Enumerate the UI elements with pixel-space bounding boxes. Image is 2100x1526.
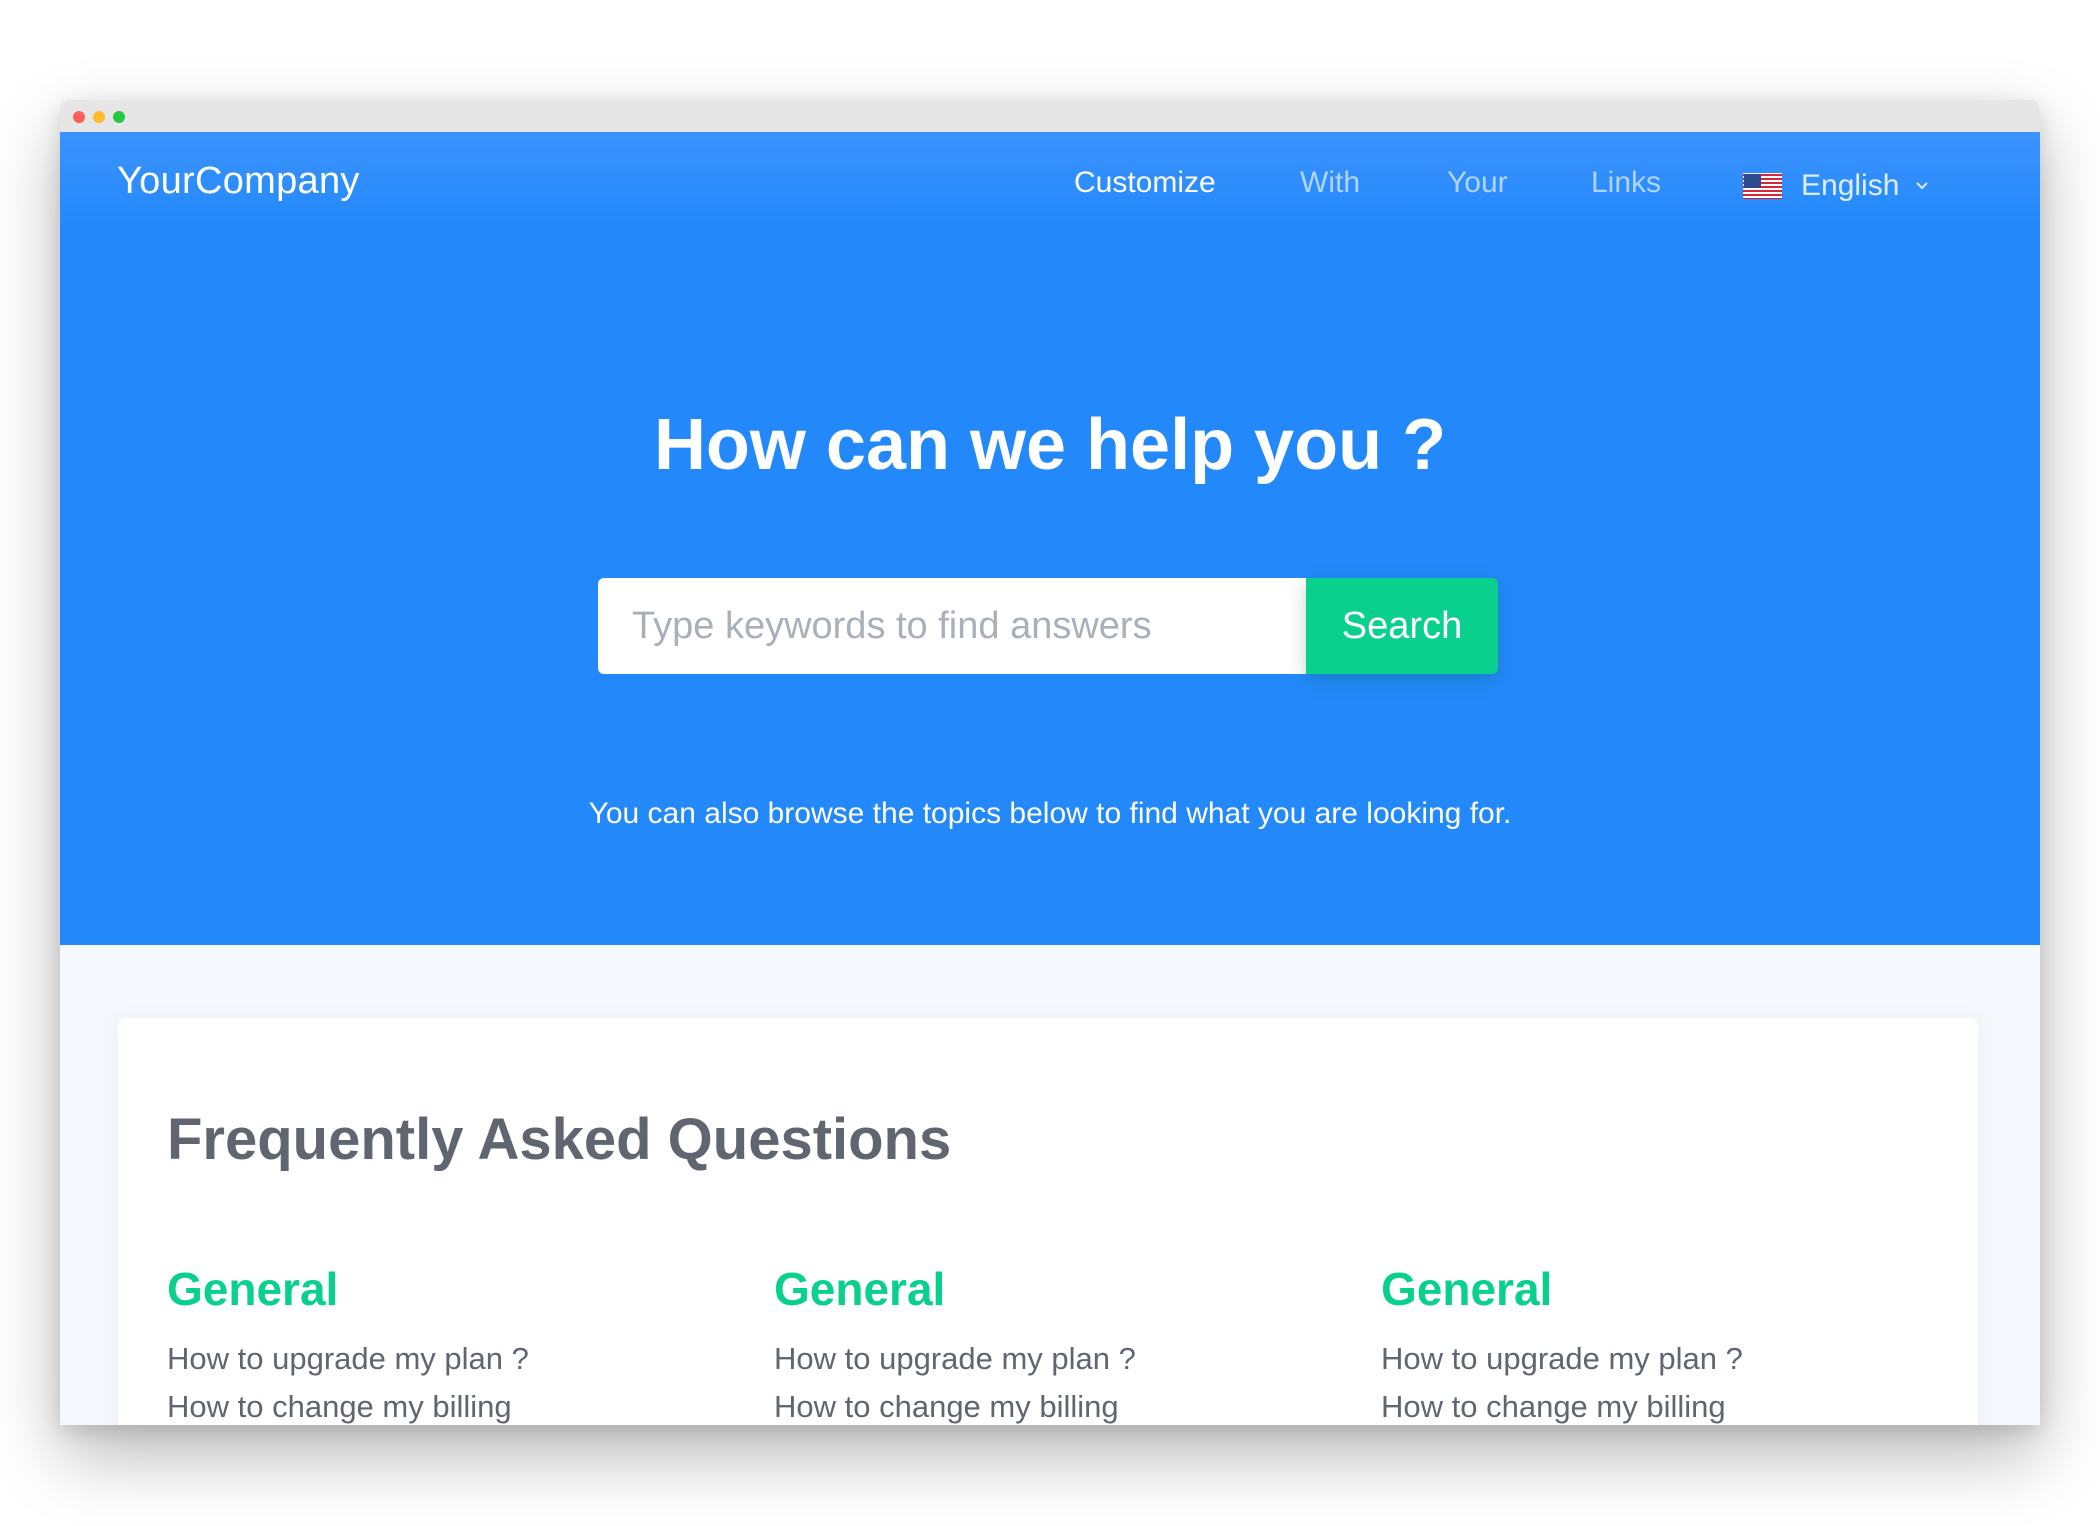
nav-link-links[interactable]: Links [1591,166,1661,200]
search-button[interactable]: Search [1306,578,1498,674]
hero-section: YourCompany Customize With Your Links En… [60,132,2040,945]
language-selector[interactable]: English [1743,166,1929,206]
browser-window: YourCompany Customize With Your Links En… [60,100,2040,1425]
hero-title: How can we help you ? [653,405,1447,485]
chevron-down-icon [1916,182,1929,190]
us-flag-icon [1743,173,1782,199]
close-window-button[interactable] [73,111,85,123]
minimize-window-button[interactable] [93,111,105,123]
faq-card: Frequently Asked Questions General How t… [118,1018,1978,1425]
faq-question-link[interactable]: How to change my billing [167,1383,727,1425]
faq-category-heading[interactable]: General [1381,1261,1941,1317]
nav-link-your[interactable]: Your [1447,166,1508,200]
brand-logo[interactable]: YourCompany [117,160,360,203]
search-input[interactable] [598,578,1306,674]
faq-question-link[interactable]: How to change my billing [1381,1383,1941,1425]
faq-column: General How to upgrade my plan ? How to … [774,1261,1334,1425]
faq-question-link[interactable]: How to upgrade my plan ? [1381,1335,1941,1383]
faq-category-heading[interactable]: General [167,1261,727,1317]
maximize-window-button[interactable] [113,111,125,123]
language-label: English [1801,169,1900,202]
window-titlebar [60,100,2040,132]
faq-column: General How to upgrade my plan ? How to … [167,1261,727,1425]
faq-question-link[interactable]: How to upgrade my plan ? [167,1335,727,1383]
search-bar: Search [598,578,1498,674]
faq-question-link[interactable]: How to upgrade my plan ? [774,1335,1334,1383]
faq-question-link[interactable]: How to change my billing [774,1383,1334,1425]
hero-subtitle: You can also browse the topics below to … [588,797,1512,830]
nav-link-customize[interactable]: Customize [1074,166,1216,200]
faq-column: General How to upgrade my plan ? How to … [1381,1261,1941,1425]
faq-category-heading[interactable]: General [774,1261,1334,1317]
nav-link-with[interactable]: With [1300,166,1360,200]
faq-title: Frequently Asked Questions [167,1107,952,1172]
